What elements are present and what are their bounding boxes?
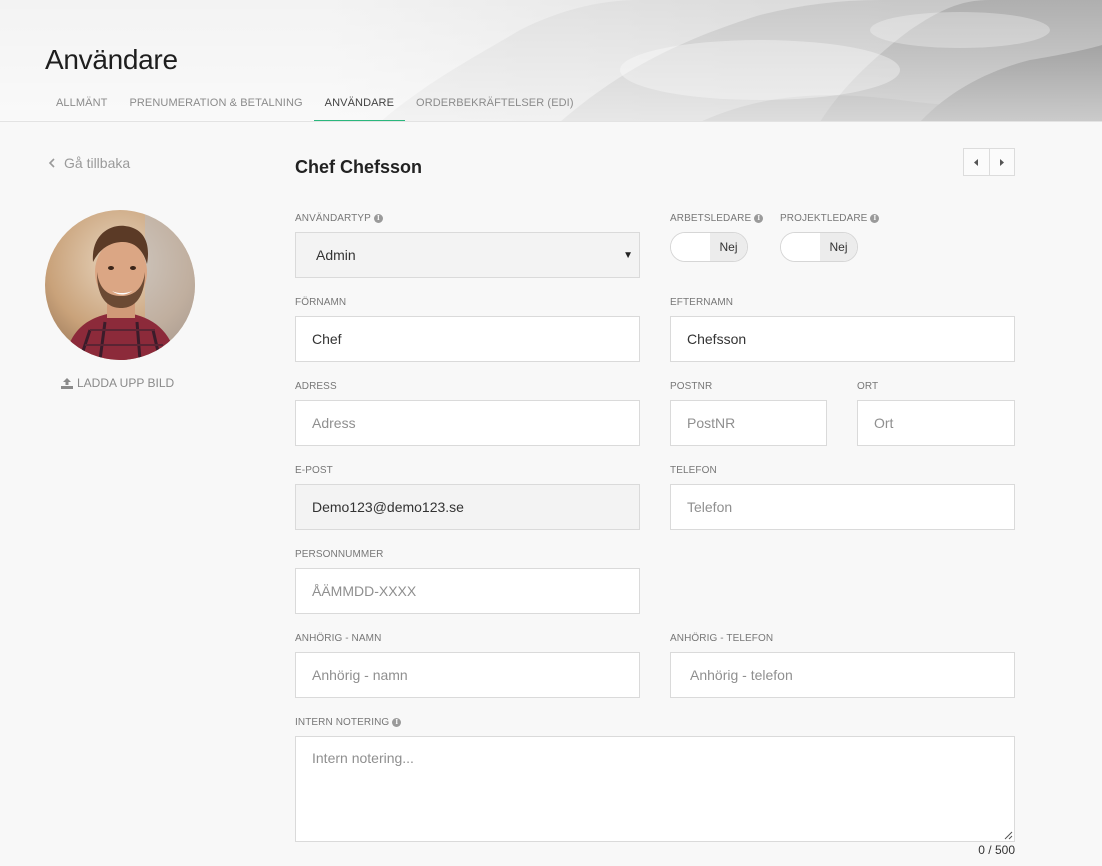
personal-number-field (295, 568, 640, 614)
info-icon[interactable]: i (392, 718, 402, 727)
upload-icon (61, 377, 73, 389)
personal-number-label: PERSONNUMMER (295, 549, 384, 560)
user-type-select[interactable]: Admin ▼ (295, 232, 640, 278)
foreman-toggle[interactable]: Nej (670, 232, 748, 262)
user-type-label: ANVÄNDARTYP i (295, 213, 383, 224)
postal-code-field (670, 400, 827, 446)
toggle-knob (671, 233, 710, 261)
user-type-label-text: ANVÄNDARTYP (295, 213, 371, 224)
tab-bar: ALLMÄNT PRENUMERATION & BETALNING ANVÄND… (45, 88, 585, 121)
last-name-label: EFTERNAMN (670, 297, 734, 308)
first-name-input[interactable] (312, 331, 623, 347)
project-lead-label-text: PROJEKTLEDARE (780, 213, 868, 224)
user-type-value: Admin (316, 247, 356, 263)
email-label: E-POST (295, 465, 333, 476)
first-name-field (295, 316, 640, 362)
last-name-input[interactable] (687, 331, 998, 347)
page-header: Användare ALLMÄNT PRENUMERATION & BETALN… (0, 0, 1102, 122)
previous-user-button[interactable] (964, 149, 989, 175)
tab-general[interactable]: ALLMÄNT (45, 88, 118, 121)
character-counter: 0 / 500 (978, 843, 1015, 857)
internal-note-textarea[interactable] (312, 750, 998, 828)
phone-input[interactable] (687, 499, 998, 515)
foreman-toggle-value: Nej (710, 233, 747, 261)
project-lead-toggle-value: Nej (820, 233, 857, 261)
record-pager (963, 148, 1015, 176)
foreman-label: ARBETSLEDARE i (670, 213, 764, 224)
relative-phone-field (670, 652, 1015, 698)
last-name-field (670, 316, 1015, 362)
relative-phone-label: ANHÖRIG - TELEFON (670, 633, 774, 644)
page-title: Användare (45, 44, 178, 75)
email-field: Demo123@demo123.se (295, 484, 640, 530)
relative-name-input[interactable] (312, 667, 623, 683)
tab-subscription-payment[interactable]: PRENUMERATION & BETALNING (118, 88, 313, 121)
internal-note-label-text: INTERN NOTERING (295, 717, 390, 728)
avatar (45, 210, 195, 360)
project-lead-label: PROJEKTLEDARE i (780, 213, 880, 224)
upload-label: LADDA UPP BILD (77, 376, 175, 390)
caret-left-icon (973, 158, 978, 166)
info-icon[interactable]: i (754, 214, 764, 223)
caret-right-icon (1000, 158, 1005, 166)
user-name-heading: Chef Chefsson (295, 157, 423, 177)
city-input[interactable] (874, 415, 998, 431)
resize-handle-icon[interactable] (1004, 831, 1013, 840)
address-label: ADRESS (295, 381, 337, 392)
toggle-knob (781, 233, 820, 261)
internal-note-label: INTERN NOTERING i (295, 717, 402, 728)
phone-field (670, 484, 1015, 530)
relative-name-label: ANHÖRIG - NAMN (295, 633, 382, 644)
upload-image-button[interactable]: LADDA UPP BILD (61, 376, 174, 390)
project-lead-toggle[interactable]: Nej (780, 232, 858, 262)
postal-code-label: POSTNR (670, 381, 713, 392)
email-value: Demo123@demo123.se (312, 499, 464, 515)
phone-label: TELEFON (670, 465, 717, 476)
chevron-left-icon (48, 158, 55, 168)
relative-name-field (295, 652, 640, 698)
first-name-label: FÖRNAMN (295, 297, 347, 308)
address-field (295, 400, 640, 446)
internal-note-field (295, 736, 1015, 842)
postal-code-input[interactable] (687, 415, 810, 431)
address-input[interactable] (312, 415, 623, 431)
next-user-button[interactable] (988, 149, 1015, 175)
city-field (857, 400, 1015, 446)
foreman-label-text: ARBETSLEDARE (670, 213, 752, 224)
info-icon[interactable]: i (373, 214, 383, 223)
city-label: ORT (857, 381, 879, 392)
info-icon[interactable]: i (870, 214, 880, 223)
tab-users[interactable]: ANVÄNDARE (313, 88, 406, 121)
caret-down-icon: ▼ (623, 249, 633, 261)
personal-number-input[interactable] (312, 583, 623, 599)
back-link[interactable]: Gå tillbaka (48, 155, 130, 171)
tab-order-confirmations-edi[interactable]: ORDERBEKRÄFTELSER (EDI) (405, 88, 585, 121)
back-label: Gå tillbaka (64, 155, 131, 171)
relative-phone-input[interactable] (690, 667, 998, 683)
